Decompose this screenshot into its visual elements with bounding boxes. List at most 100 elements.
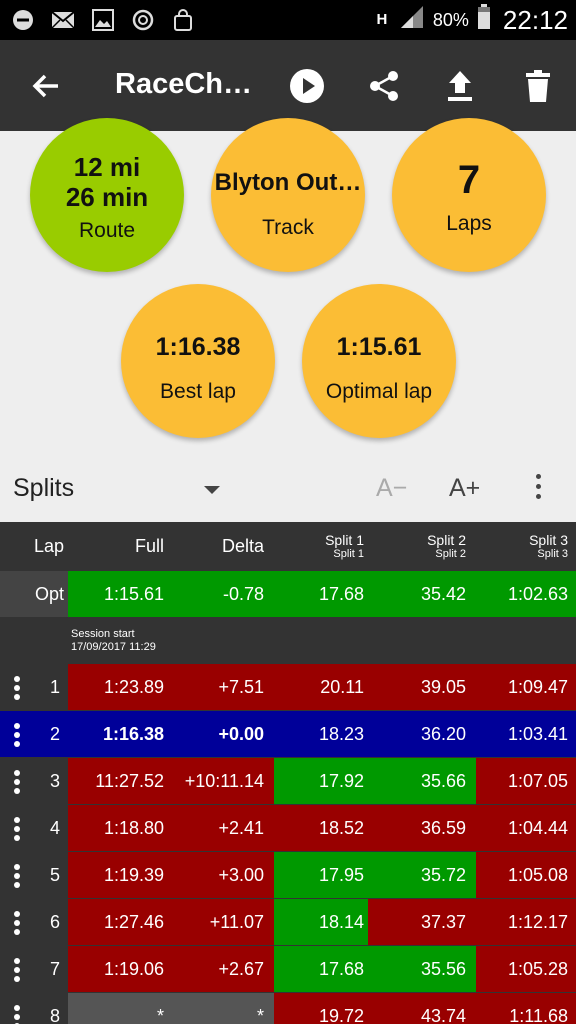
optimal-lap-summary[interactable]: 1:15.61 Optimal lap xyxy=(302,284,456,438)
row-menu-icon[interactable] xyxy=(14,958,22,985)
lap-split3-cell: 1:05.08 xyxy=(476,852,576,898)
play-button[interactable] xyxy=(285,64,329,108)
laps-summary[interactable]: 7 Laps xyxy=(392,118,546,272)
track-label: Track xyxy=(262,216,314,239)
lap-number: 2 xyxy=(49,723,60,744)
lap-split1-cell: 20.11 xyxy=(274,664,374,710)
more-options-icon[interactable] xyxy=(530,474,546,504)
share-icon xyxy=(370,71,398,101)
best-lap-time: 1:16.38 xyxy=(155,333,241,361)
lap-split2-cell: 35.72 xyxy=(374,852,476,898)
lap-full-cell: 11:27.52 xyxy=(68,758,174,804)
do-not-disturb-icon xyxy=(10,8,36,32)
font-increase-button[interactable]: A+ xyxy=(449,474,480,503)
optimal-lap-label: Optimal lap xyxy=(325,380,433,403)
upload-icon xyxy=(448,71,472,101)
lap-delta-cell: +11.07 xyxy=(174,899,274,945)
lap-delta-cell: +10:11.14 xyxy=(174,758,274,804)
header-split1-sub: Split 1 xyxy=(333,548,364,560)
lap-number-cell: 6 xyxy=(0,899,68,945)
lap-split3-cell: 1:09.47 xyxy=(476,664,576,710)
header-split2-sub: Split 2 xyxy=(435,548,466,560)
lap-number: 5 xyxy=(49,864,60,885)
lap-full-cell: 1:23.89 xyxy=(68,664,174,710)
lap-delta-cell: +2.67 xyxy=(174,946,274,992)
lap-number: 4 xyxy=(49,817,60,838)
lap-number: 7 xyxy=(49,958,60,979)
header-lap: Lap xyxy=(33,535,64,556)
lap-split1-cell: 17.68 xyxy=(274,946,374,992)
track-summary[interactable]: Blyton Out… Track xyxy=(211,118,365,272)
header-split3-title: Split 3 xyxy=(529,532,568,548)
optimal-split1: 17.68 xyxy=(274,571,374,617)
row-menu-icon[interactable] xyxy=(14,676,22,703)
route-distance: 12 mi xyxy=(73,152,141,182)
row-menu-icon[interactable] xyxy=(14,911,22,938)
row-menu-icon[interactable] xyxy=(14,1005,22,1024)
status-bar: H 80% 22:12 xyxy=(0,0,576,40)
row-menu-icon[interactable] xyxy=(14,770,22,797)
table-row[interactable]: 8 * * 19.72 43.74 1:11.68 xyxy=(0,993,576,1024)
share-button[interactable] xyxy=(362,64,406,108)
trash-icon xyxy=(526,70,550,102)
lap-split3-cell: 1:12.17 xyxy=(476,899,576,945)
lap-number-cell: 3 xyxy=(0,758,68,804)
lap-split2-cell: 35.56 xyxy=(374,946,476,992)
battery-icon xyxy=(477,4,491,36)
gallery-icon xyxy=(90,8,116,32)
header-split1-title: Split 1 xyxy=(325,532,364,548)
lap-number: 3 xyxy=(49,770,60,791)
lap-split1-cell: 18.52 xyxy=(274,805,374,851)
laps-count: 7 xyxy=(457,158,481,202)
best-lap-summary[interactable]: 1:16.38 Best lap xyxy=(121,284,275,438)
lap-split3-cell: 1:03.41 xyxy=(476,711,576,757)
sync-icon xyxy=(130,8,156,32)
lap-delta-cell: +0.00 xyxy=(174,711,274,757)
optimal-split2: 35.42 xyxy=(374,571,476,617)
table-row[interactable]: 3 11:27.52 +10:11.14 17.92 35.66 1:07.05 xyxy=(0,758,576,804)
shopping-bag-icon xyxy=(170,8,196,32)
dropdown-arrow-icon[interactable] xyxy=(204,486,220,494)
table-row[interactable]: 7 1:19.06 +2.67 17.68 35.56 1:05.28 xyxy=(0,946,576,992)
route-summary[interactable]: 12 mi 26 min Route xyxy=(30,118,184,272)
lap-number-cell: 5 xyxy=(0,852,68,898)
battery-percent: 80% xyxy=(432,9,469,30)
mail-icon xyxy=(50,8,76,32)
lap-full-cell: 1:18.80 xyxy=(68,805,174,851)
lap-delta-cell: +2.41 xyxy=(174,805,274,851)
lap-split2-cell: 35.66 xyxy=(374,758,476,804)
lap-split3-cell: 1:05.28 xyxy=(476,946,576,992)
lap-full-cell: 1:19.06 xyxy=(68,946,174,992)
splits-table: Lap Full Delta Split 1 Split 1 Split 2 S… xyxy=(0,522,576,1024)
table-row[interactable]: 6 1:27.46 +11.07 18.14 37.37 1:12.17 xyxy=(0,899,576,945)
font-decrease-button[interactable]: A− xyxy=(376,474,407,503)
view-selector[interactable]: Splits xyxy=(13,474,74,503)
row-menu-icon[interactable] xyxy=(14,817,22,844)
table-row[interactable]: 1 1:23.89 +7.51 20.11 39.05 1:09.47 xyxy=(0,664,576,710)
upload-button[interactable] xyxy=(438,64,482,108)
table-row[interactable]: 4 1:18.80 +2.41 18.52 36.59 1:04.44 xyxy=(0,805,576,851)
optimal-full: 1:15.61 xyxy=(68,571,174,617)
row-menu-icon[interactable] xyxy=(14,864,22,891)
back-button[interactable] xyxy=(26,66,66,106)
table-header: Lap Full Delta Split 1 Split 1 Split 2 S… xyxy=(0,522,576,570)
lap-full-cell: 1:27.46 xyxy=(68,899,174,945)
lap-full-cell: * xyxy=(68,993,174,1024)
lap-split3-cell: 1:07.05 xyxy=(476,758,576,804)
lap-number-cell: 1 xyxy=(0,664,68,710)
delete-button[interactable] xyxy=(516,64,560,108)
lap-split2-cell: 37.37 xyxy=(368,899,476,945)
network-type: H xyxy=(376,11,388,28)
header-split2: Split 2 Split 2 xyxy=(374,522,476,570)
table-row[interactable]: 5 1:19.39 +3.00 17.95 35.72 1:05.08 xyxy=(0,852,576,898)
table-row[interactable]: 2 1:16.38 +0.00 18.23 36.20 1:03.41 xyxy=(0,711,576,757)
row-menu-icon[interactable] xyxy=(14,723,22,750)
lap-split3-cell: 1:11.68 xyxy=(476,993,576,1024)
lap-split1-cell: 18.14 xyxy=(274,899,374,945)
lap-number-cell: 7 xyxy=(0,946,68,992)
lap-number: 8 xyxy=(49,1005,60,1024)
signal-icon xyxy=(399,4,425,36)
lap-split2-cell: 39.05 xyxy=(374,664,476,710)
session-start-label: Session start xyxy=(71,628,135,640)
clock: 22:12 xyxy=(502,4,568,35)
